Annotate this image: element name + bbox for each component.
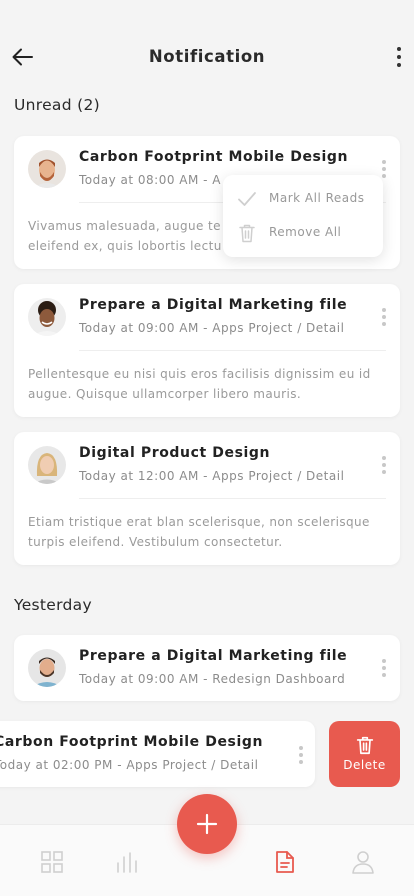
check-icon	[238, 192, 256, 206]
notification-card[interactable]: Prepare a Digital Marketing file Today a…	[14, 284, 400, 417]
vertical-dots-icon	[382, 160, 386, 164]
notification-card-swiped[interactable]: Carbon Footprint Mobile Design Today at …	[0, 721, 315, 787]
add-button[interactable]	[177, 794, 237, 854]
trash-icon	[356, 736, 374, 755]
card-more-button[interactable]	[382, 659, 386, 680]
notification-body: Etiam tristique erat blan scelerisque, n…	[28, 512, 388, 552]
tab-document[interactable]	[272, 849, 298, 875]
notification-subtitle: Today at 09:00 AM - Redesign Dashboard	[79, 672, 346, 686]
notification-title: Digital Product Design	[79, 445, 271, 461]
header: Notification	[0, 0, 414, 90]
section-title-unread: Unread (2)	[14, 96, 100, 114]
vertical-dots-icon	[382, 456, 386, 460]
notification-body: Pellentesque eu nisi quis eros facilisis…	[28, 364, 388, 404]
more-options-button[interactable]	[396, 47, 402, 69]
card-more-button[interactable]	[382, 456, 386, 477]
plus-icon	[196, 813, 218, 835]
avatar	[28, 150, 66, 188]
grid-icon	[41, 851, 63, 873]
notification-title: Prepare a Digital Marketing file	[79, 648, 348, 664]
chart-icon	[117, 852, 137, 873]
vertical-dots-icon	[382, 308, 386, 312]
remove-all-label: Remove All	[269, 225, 342, 239]
card-more-button[interactable]	[299, 746, 303, 767]
vertical-dots-icon	[382, 659, 386, 663]
mark-all-reads-label: Mark All Reads	[269, 191, 365, 205]
body-line: Pellentesque eu nisi quis eros facilisis…	[28, 367, 371, 381]
notification-subtitle: Today at 08:00 AM - A	[79, 173, 222, 187]
user-icon	[352, 851, 374, 874]
tab-grid[interactable]	[39, 849, 65, 875]
notification-title: Carbon Footprint Mobile Design	[0, 734, 264, 750]
document-icon	[276, 851, 294, 873]
notification-subtitle: Today at 02:00 PM - Apps Project / Detai…	[0, 758, 259, 772]
avatar	[28, 446, 66, 484]
avatar	[28, 649, 66, 687]
notification-card[interactable]: Prepare a Digital Marketing file Today a…	[14, 635, 400, 701]
delete-label: Delete	[343, 758, 386, 772]
card-more-button[interactable]	[382, 308, 386, 329]
delete-button[interactable]: Delete	[329, 721, 400, 787]
mark-all-reads-item[interactable]: Mark All Reads	[235, 187, 375, 211]
notification-subtitle: Today at 12:00 AM - Apps Project / Detai…	[79, 469, 345, 483]
divider	[79, 498, 386, 499]
notification-title: Carbon Footprint Mobile Design	[79, 149, 349, 165]
card-more-button[interactable]	[382, 160, 386, 181]
vertical-dots-icon	[397, 47, 401, 51]
notification-subtitle: Today at 09:00 AM - Apps Project / Detai…	[79, 321, 345, 335]
body-line: augue. Quisque ullamcorper libero mauris…	[28, 387, 302, 401]
divider	[79, 350, 386, 351]
tab-chart[interactable]	[114, 849, 140, 875]
notification-card[interactable]: Digital Product Design Today at 12:00 AM…	[14, 432, 400, 565]
remove-all-item[interactable]: Remove All	[235, 221, 375, 245]
notification-title: Prepare a Digital Marketing file	[79, 297, 348, 313]
page-title: Notification	[148, 47, 266, 66]
section-title-yesterday: Yesterday	[14, 596, 92, 614]
trash-icon	[239, 224, 255, 243]
tab-profile[interactable]	[350, 849, 376, 875]
avatar	[28, 298, 66, 336]
vertical-dots-icon	[299, 746, 303, 750]
body-line: Etiam tristique erat blan scelerisque, n…	[28, 515, 370, 529]
context-menu: Mark All Reads Remove All	[223, 175, 383, 257]
body-line: turpis eleifend. Vestibulum consectetur.	[28, 535, 283, 549]
